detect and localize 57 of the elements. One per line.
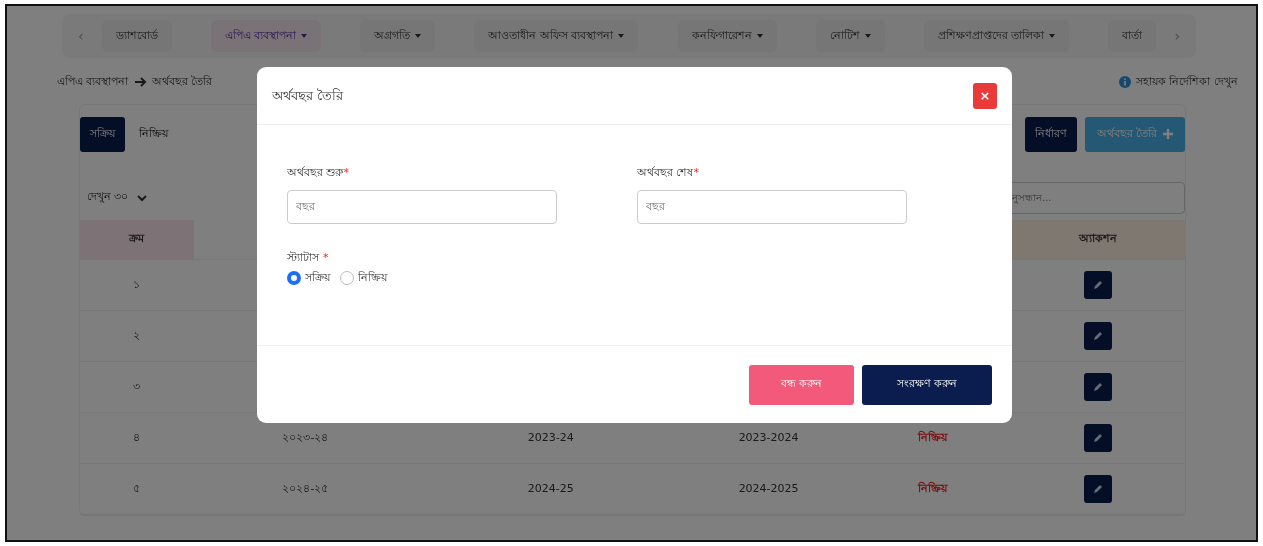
radio-label[interactable]: সক্রিয়	[305, 270, 330, 287]
plus-icon	[1163, 129, 1173, 140]
table-cell: ২০২৪-২৫	[193, 463, 417, 515]
modal-title: অর্থবছর তৈরি	[272, 86, 344, 105]
table-cell: ৪	[80, 412, 194, 464]
edit-button[interactable]	[1084, 475, 1113, 503]
page-size-select[interactable]: দেখুন ৩০	[80, 184, 154, 211]
pencil-icon	[1092, 432, 1105, 444]
pencil-icon	[1092, 483, 1105, 495]
scroll-left-button[interactable]: ‹	[68, 25, 94, 47]
required-mark: *	[693, 165, 699, 181]
edit-button[interactable]	[1084, 424, 1113, 452]
table-cell: 2024-2025	[684, 463, 853, 515]
nav-tab[interactable]: অগ্রগতি	[360, 19, 436, 53]
chevron-down-icon	[136, 193, 147, 202]
radio-label[interactable]: নিষ্ক্রিয়	[358, 270, 387, 287]
help-link[interactable]: সহায়ক নির্দেশিকা দেখুন	[1136, 73, 1238, 91]
info-icon	[1119, 76, 1131, 88]
table-cell: ৫	[80, 463, 194, 515]
save-button[interactable]: সংরক্ষণ করুন	[862, 364, 992, 405]
year-input[interactable]: বছর	[637, 189, 907, 224]
edit-button[interactable]	[1084, 271, 1113, 299]
pencil-icon	[1092, 279, 1105, 291]
scroll-right-button[interactable]: ›	[1164, 25, 1190, 47]
edit-button[interactable]	[1084, 373, 1113, 401]
nav-tab[interactable]: কনফিগারেশন	[677, 19, 777, 53]
nav-tab[interactable]: ড্যাশবোর্ড	[101, 19, 172, 53]
nav-tab[interactable]: এপিএ ব্যবস্থাপনা	[210, 19, 322, 53]
table-cell: ২	[80, 310, 194, 362]
assign-button[interactable]: নির্ধারণ	[1024, 117, 1077, 152]
radio-button[interactable]	[287, 271, 301, 286]
breadcrumb-item[interactable]: এপিএ ব্যবস্থাপনা	[57, 73, 129, 91]
status-label: নিষ্ক্রিয়	[852, 463, 1012, 515]
field-label: অর্থবছর শেষ	[637, 165, 694, 181]
table-cell: 2024-25	[416, 463, 685, 515]
table-cell: ১	[80, 259, 194, 311]
required-mark: *	[343, 165, 349, 181]
field-label: অর্থবছর শুরু	[287, 165, 344, 181]
breadcrumb-item: অর্থবছর তৈরি	[151, 73, 212, 90]
column-header: ক্রম	[80, 219, 194, 260]
nav-tab[interactable]: নোটিশ	[815, 19, 885, 53]
pencil-icon	[1092, 381, 1105, 393]
close-button[interactable]: ×	[973, 82, 997, 109]
filter-tab[interactable]: সক্রিয়	[80, 117, 125, 152]
table-cell: ৩	[80, 361, 194, 413]
column-header: অ্যাকশন	[1011, 219, 1185, 260]
pencil-icon	[1092, 330, 1105, 342]
cancel-button[interactable]: বন্ধ করুন	[749, 364, 854, 405]
nav-tab[interactable]: প্রশিক্ষণপ্রাপ্তদের তালিকা	[923, 19, 1070, 53]
required-mark: *	[323, 249, 329, 266]
arrow-icon	[133, 76, 147, 88]
year-input[interactable]: বছর	[287, 189, 557, 224]
create-button[interactable]: অর্থবছর তৈরি	[1084, 117, 1185, 152]
nav-tab[interactable]: আওতাধীন অফিস ব্যবস্থাপনা	[474, 19, 639, 53]
edit-button[interactable]	[1084, 322, 1113, 350]
field-label: স্ট্যাটাস	[287, 249, 319, 266]
nav-tab[interactable]: বার্তা	[1108, 19, 1157, 53]
